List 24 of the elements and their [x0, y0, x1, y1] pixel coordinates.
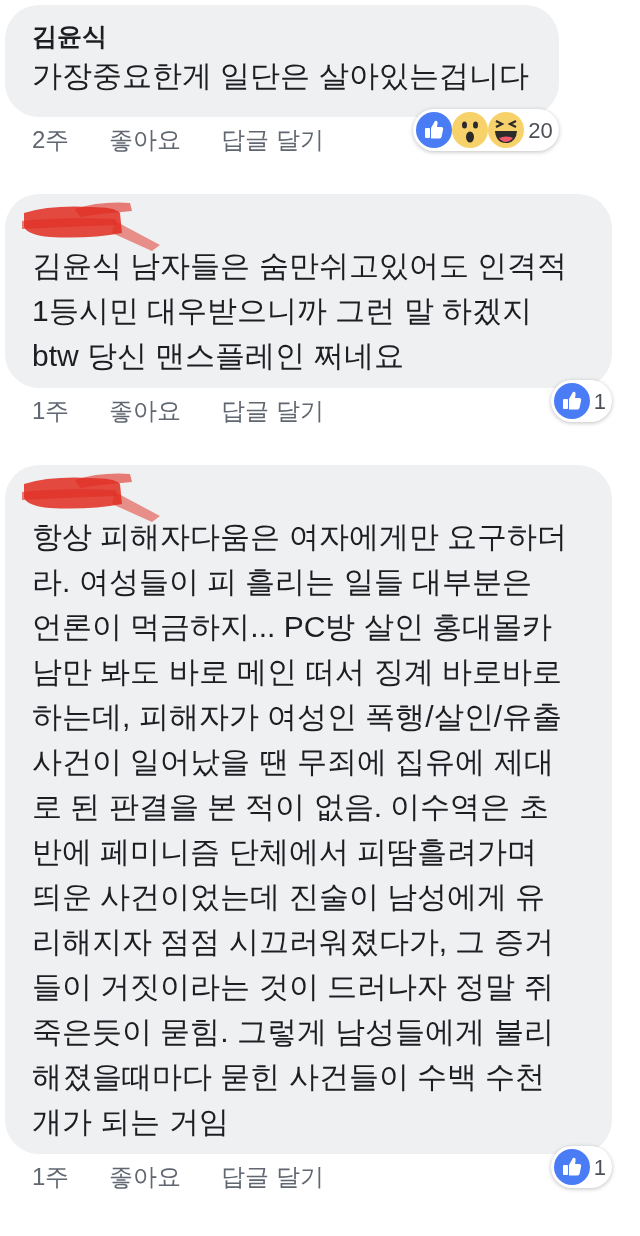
like-link[interactable]: 좋아요 — [109, 393, 182, 429]
reply-link[interactable]: 답글 달기 — [221, 1159, 325, 1195]
comment-text: 항상 피해자다움은 여자에게만 요구하더 라. 여성들이 피 흘리는 일들 대부분은 언론이 먹금하지... PC방 살인 홍대몰카 남만 봐도 바로 메인 떠서 징계 바로바로 하는데, 피해자가 여성인 폭행/살인/유출 사건이 일어났을 땐 무죄에 집유에 제대 로 된 판결을 본 적이 없음. 이수역은 초 반에 페미니즘 단체에서 피땀흘려가며 띄운 사건이었는데 진술이 남성에게 유 리해지자 점점 시끄러워졌다가, 그 증거 들이 거짓이라는 것이 드러나자 정말 쥐 죽은듯이 묻힘. 그렇게 남성들에게 불리 해졌을때마다 묻힌 사건들이 수백 수천 개가 되는 거임 — [32, 519, 568, 1140]
comment-text: 김윤식 남자들은 숨만쉬고있어도 인격적 1등시민 대우받으니까 그런 말 하겠지 btw 당신 맨스플레인 쩌네요 — [32, 248, 568, 374]
comment-text: 가장중요한게 일단은 살아있는겁니다 — [32, 58, 529, 94]
reply-link[interactable]: 답글 달기 — [221, 393, 325, 429]
like-reaction-icon — [553, 383, 590, 419]
like-link[interactable]: 좋아요 — [109, 122, 182, 158]
reaction-count: 1 — [593, 387, 606, 416]
timestamp: 2주 — [32, 125, 70, 155]
like-reaction-icon — [416, 112, 453, 148]
reaction-badge[interactable]: 1 — [550, 1146, 612, 1188]
reaction-count: 20 — [528, 116, 553, 145]
timestamp: 1주 — [32, 1162, 70, 1192]
wow-reaction-icon — [452, 112, 489, 148]
reaction-count: 1 — [593, 1153, 606, 1182]
timestamp: 1주 — [32, 396, 70, 426]
reaction-badge[interactable]: 1 — [550, 380, 612, 422]
author-name[interactable]: 김윤식 — [32, 19, 529, 53]
haha-reaction-icon — [488, 112, 525, 148]
reply-link[interactable]: 답글 달기 — [221, 122, 325, 158]
reaction-badge[interactable]: 20 — [413, 109, 559, 151]
like-reaction-icon — [553, 1149, 590, 1185]
like-link[interactable]: 좋아요 — [109, 1159, 182, 1195]
